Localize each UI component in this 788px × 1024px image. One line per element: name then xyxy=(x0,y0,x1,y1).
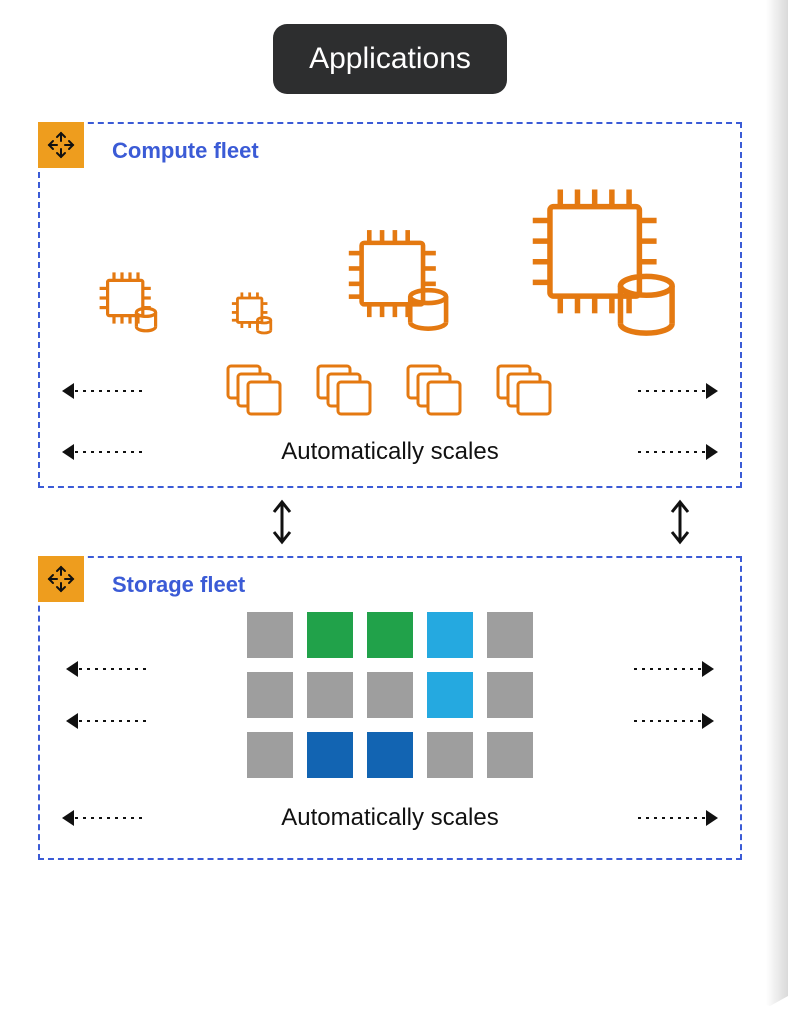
compute-instances-row xyxy=(54,172,726,348)
storage-cell xyxy=(307,732,353,778)
storage-badge xyxy=(38,556,84,602)
applications-label: Applications xyxy=(273,24,507,94)
arrow-right-icon xyxy=(636,378,726,404)
cluster-icon xyxy=(314,362,376,420)
arrow-right-icon xyxy=(636,439,726,465)
cluster-icon xyxy=(404,362,466,420)
compute-clusters-row xyxy=(54,362,726,420)
instance-small-icon xyxy=(90,266,170,338)
storage-scale-row: Automatically scales xyxy=(54,804,726,832)
compute-title: Compute fleet xyxy=(112,138,726,164)
storage-cell xyxy=(247,732,293,778)
page-shadow xyxy=(766,0,788,1024)
storage-grid xyxy=(247,612,533,778)
arrow-bidir-icon xyxy=(666,498,694,546)
autoscale-icon xyxy=(46,564,76,594)
compute-badge xyxy=(38,122,84,168)
arrow-right-icon xyxy=(632,708,722,734)
autoscale-icon xyxy=(46,130,76,160)
arrow-left-icon xyxy=(54,378,144,404)
torn-edge xyxy=(0,988,788,1024)
storage-cell xyxy=(487,612,533,658)
arrow-right-icon xyxy=(632,656,722,682)
arrow-left-icon xyxy=(58,708,148,734)
compute-fleet-panel: Compute fleet Automatically scales xyxy=(38,122,742,488)
compute-scale-text: Automatically scales xyxy=(281,438,498,466)
storage-cell xyxy=(427,732,473,778)
diagram-content: Applications Compute fleet xyxy=(38,24,742,980)
instance-large-icon xyxy=(519,182,691,338)
arrow-left-icon xyxy=(54,805,144,831)
arrow-bidir-icon xyxy=(268,498,296,546)
arrow-left-icon xyxy=(54,439,144,465)
storage-cell xyxy=(487,672,533,718)
storage-fleet-panel: Storage fleet xyxy=(38,556,742,860)
storage-cell xyxy=(307,672,353,718)
storage-cell xyxy=(247,672,293,718)
fleet-connectors xyxy=(38,488,742,556)
storage-body xyxy=(54,606,726,778)
storage-cell xyxy=(247,612,293,658)
storage-cell xyxy=(427,612,473,658)
storage-cell xyxy=(367,672,413,718)
storage-cell xyxy=(427,672,473,718)
storage-cell xyxy=(367,612,413,658)
cluster-icon xyxy=(224,362,286,420)
storage-cell xyxy=(307,612,353,658)
instance-xsmall-icon xyxy=(225,288,281,338)
storage-title: Storage fleet xyxy=(112,572,726,598)
arrow-right-icon xyxy=(636,805,726,831)
compute-scale-row: Automatically scales xyxy=(54,438,726,466)
storage-cell xyxy=(367,732,413,778)
instance-medium-icon xyxy=(336,222,464,338)
storage-cell xyxy=(487,732,533,778)
arrow-left-icon xyxy=(58,656,148,682)
storage-scale-text: Automatically scales xyxy=(281,804,498,832)
cluster-icon xyxy=(494,362,556,420)
